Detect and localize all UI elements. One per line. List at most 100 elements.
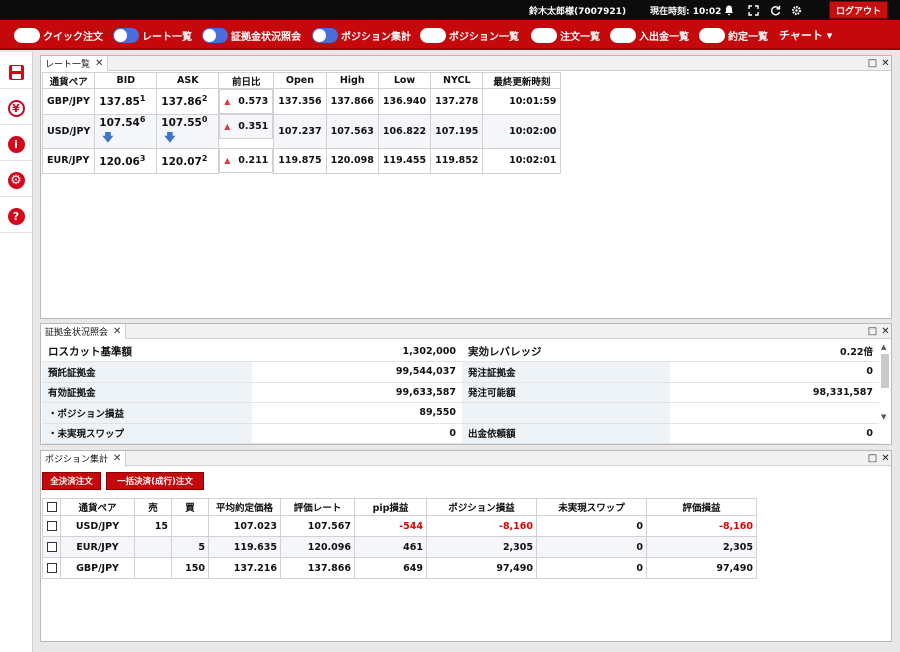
bid-price[interactable]: 107.546 🡇 xyxy=(94,113,158,149)
table-row[interactable]: GBP/JPY 150 137.216 137.866 649 97,490 0 97,490 xyxy=(42,557,757,579)
info-glyph: i xyxy=(7,135,25,153)
close-icon[interactable]: ✕ xyxy=(95,58,103,69)
row-checkbox[interactable] xyxy=(42,536,61,558)
pl-value: 2,305 xyxy=(426,536,537,558)
avg-value: 119.635 xyxy=(208,536,281,558)
menu-item[interactable]: ポジション一覧 xyxy=(420,26,519,44)
table-row[interactable]: GBP/JPY 137.851 137.862 ▲ 0.573 137.356 137.86… xyxy=(41,88,562,115)
menu-item[interactable]: レート一覧 xyxy=(113,26,192,44)
sell-value xyxy=(134,557,172,579)
close-icon[interactable]: ✕ xyxy=(113,453,121,464)
close-icon[interactable]: ✕ xyxy=(113,326,121,337)
bell-icon[interactable] xyxy=(722,2,736,18)
bulk-close-market-button[interactable]: 一括決済(成行)注文 xyxy=(106,472,204,490)
triangle-up-icon: ▲ xyxy=(224,122,231,131)
toggle-switch[interactable] xyxy=(699,27,725,43)
checkbox[interactable] xyxy=(46,521,57,531)
vertical-scrollbar[interactable]: ▲ ▼ xyxy=(880,342,890,422)
ask-price[interactable]: 107.550 🡇 xyxy=(156,113,220,149)
top-bar: 鈴木太郎様(7007921) 現在時刻: 10:02 ログアウト xyxy=(0,0,900,20)
rate-table-header: 通貨ペア BID ASK 前日比 Open High Low NYCL 最終更新時刻 xyxy=(41,72,562,89)
close-icon[interactable]: ✕ xyxy=(880,57,891,69)
tab-rate-list[interactable]: レート一覧 ✕ xyxy=(41,56,109,71)
logout-button[interactable]: ログアウト xyxy=(829,1,888,19)
yen-glyph: ¥ xyxy=(7,99,25,117)
toggle-switch[interactable] xyxy=(202,27,228,43)
margin-value: 98,331,587 xyxy=(670,382,879,403)
position-panel-header: ポジション集計 ✕ □ ✕ xyxy=(41,451,891,466)
checkbox[interactable] xyxy=(46,502,57,512)
row-checkbox[interactable] xyxy=(42,557,61,579)
margin-table: ロスカット基準額 1,302,000 実効レバレッジ 0.22倍 預託証拠金 99,544… xyxy=(42,341,879,444)
table-row[interactable]: USD/JPY 107.546🡇 107.550🡇 ▲ 0.351 107.237 107.… xyxy=(41,113,562,149)
settings-icon[interactable]: ⚙ xyxy=(6,170,26,190)
toggle-switch[interactable] xyxy=(420,27,446,43)
tab-position-summary[interactable]: ポジション集計 ✕ xyxy=(41,451,127,466)
fullscreen-icon[interactable] xyxy=(746,2,760,18)
swap-value: 0 xyxy=(536,536,647,558)
row-checkbox[interactable] xyxy=(42,515,61,537)
settings-glyph: ⚙ xyxy=(7,171,25,189)
sidebar: ¥ i ⚙ ? xyxy=(0,52,33,652)
save-icon[interactable] xyxy=(6,62,26,82)
margin-label: 実効レバレッジ xyxy=(462,341,670,362)
toggle-switch[interactable] xyxy=(531,27,557,43)
bid-price[interactable]: 137.851 xyxy=(94,88,158,115)
tab-label: レート一覧 xyxy=(45,60,91,70)
menu-item-label: クイック注文 xyxy=(43,31,103,43)
scroll-up-icon[interactable]: ▲ xyxy=(881,343,886,351)
toggle-switch[interactable] xyxy=(312,27,338,43)
table-row[interactable]: EUR/JPY 120.063 120.072 ▲ 0.211 119.875 120.09… xyxy=(41,147,562,174)
maximize-icon[interactable]: □ xyxy=(867,325,878,337)
table-row[interactable]: EUR/JPY 5 119.635 120.096 461 2,305 0 2,305 xyxy=(42,536,757,558)
help-icon[interactable]: ? xyxy=(6,206,26,226)
time-value: 10:02:00 xyxy=(482,113,562,149)
menu-item-label: レート一覧 xyxy=(142,31,192,43)
select-all-checkbox[interactable] xyxy=(42,498,61,516)
menu-item[interactable]: ポジション集計 xyxy=(312,26,411,44)
margin-label: ・未実現スワップ xyxy=(42,423,252,444)
maximize-icon[interactable]: □ xyxy=(867,452,878,464)
close-all-button[interactable]: 全決済注文 xyxy=(42,472,101,490)
bid-price-main: 120.06 xyxy=(99,155,140,168)
close-icon[interactable]: ✕ xyxy=(880,325,891,337)
buy-value: 150 xyxy=(171,557,209,579)
chart-menu[interactable]: チャート ▾ xyxy=(779,27,832,43)
current-time: 現在時刻: 10:02 xyxy=(650,7,722,17)
margin-label: ロスカット基準額 xyxy=(42,341,252,362)
table-row[interactable]: USD/JPY 15 107.023 107.567 -544 -8,160 0 -8,160 xyxy=(42,515,757,537)
checkbox[interactable] xyxy=(46,542,57,552)
low-value: 106.822 xyxy=(377,113,432,149)
tab-margin-status[interactable]: 証拠金状況照会 ✕ xyxy=(41,324,127,339)
toggle-switch[interactable] xyxy=(113,27,139,43)
maximize-icon[interactable]: □ xyxy=(867,57,878,69)
column-header: 最終更新時刻 xyxy=(482,72,562,89)
bid-price[interactable]: 120.063 xyxy=(94,147,158,174)
margin-label: 有効証拠金 xyxy=(42,382,252,403)
gear-icon[interactable] xyxy=(789,2,803,18)
margin-label: 出金依頼額 xyxy=(462,423,670,444)
menu-item[interactable]: 注文一覧 xyxy=(531,26,600,44)
ask-price[interactable]: 137.862 xyxy=(156,88,220,115)
margin-value: 0.22倍 xyxy=(670,341,879,362)
menu-item[interactable]: 約定一覧 xyxy=(699,26,768,44)
ask-price[interactable]: 120.072 xyxy=(156,147,220,174)
margin-value: 0 xyxy=(670,361,879,383)
nycl-value: 119.852 xyxy=(430,147,484,174)
position-table: 通貨ペア売買平均約定価格 評価レート pip損益 ポジション損益 未実現スワップ 評価損益… xyxy=(42,498,757,579)
menu-item[interactable]: 証拠金状況照会 xyxy=(202,26,301,44)
yen-icon[interactable]: ¥ xyxy=(6,98,26,118)
menu-item[interactable]: 入出金一覧 xyxy=(610,26,689,44)
close-icon[interactable]: ✕ xyxy=(880,452,891,464)
refresh-icon[interactable] xyxy=(768,2,782,18)
scroll-thumb[interactable] xyxy=(881,354,889,388)
toggle-switch[interactable] xyxy=(14,27,40,43)
menu-item[interactable]: クイック注文 xyxy=(14,26,103,44)
checkbox[interactable] xyxy=(46,563,57,573)
toggle-switch[interactable] xyxy=(610,27,636,43)
arrow-down-icon: 🡇 xyxy=(164,130,176,144)
info-icon[interactable]: i xyxy=(6,134,26,154)
margin-panel: 証拠金状況照会 ✕ □ ✕ ロスカット基準額 1,302,000 実効レバレッジ 0.2… xyxy=(40,323,892,445)
change-cell: ▲ 0.351 xyxy=(219,114,274,139)
scroll-down-icon[interactable]: ▼ xyxy=(881,413,886,421)
